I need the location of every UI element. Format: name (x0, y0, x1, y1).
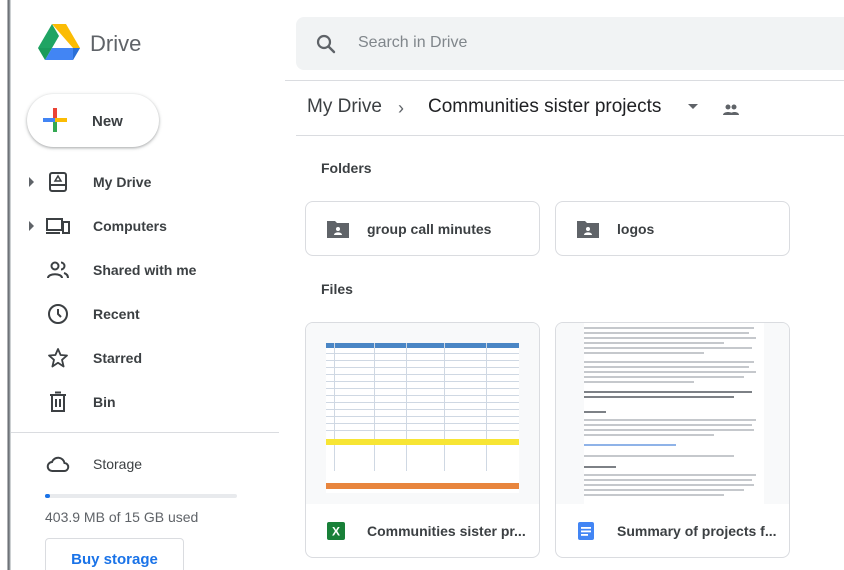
storage-usage-text: 403.9 MB of 15 GB used (45, 509, 199, 525)
shared-folder-icon (327, 221, 349, 238)
storage-bar-fill (45, 494, 50, 498)
file-card[interactable]: X Communities sister pr... (305, 322, 540, 558)
plus-icon (43, 108, 67, 132)
breadcrumb-root[interactable]: My Drive (307, 96, 382, 118)
breadcrumb-current[interactable]: Communities sister projects (428, 96, 661, 118)
spreadsheet-thumbnail (306, 323, 539, 504)
file-name: Communities sister pr... (367, 523, 526, 539)
sidebar-item-label: Storage (93, 456, 143, 472)
files-heading: Files (321, 281, 353, 297)
search-input[interactable]: Search in Drive (358, 34, 467, 52)
search-icon[interactable] (314, 32, 338, 56)
google-drive-logo-icon[interactable] (38, 24, 80, 62)
sidebar-item-recent[interactable]: Recent (0, 294, 280, 334)
buy-storage-button[interactable]: Buy storage (45, 538, 184, 570)
app-name: Drive (90, 31, 142, 56)
my-drive-icon (49, 172, 67, 192)
trash-icon (50, 391, 66, 412)
header-divider (285, 80, 844, 81)
sidebar-item-label: Shared with me (93, 262, 197, 278)
sidebar-item-shared-with-me[interactable]: Shared with me (0, 250, 280, 290)
sidebar-item-label: Recent (93, 306, 140, 322)
google-docs-icon (578, 522, 594, 540)
new-button-label: New (92, 113, 123, 130)
file-name: Summary of projects f... (617, 523, 777, 539)
folder-name: group call minutes (367, 221, 492, 237)
search-bar[interactable]: Search in Drive (296, 17, 844, 70)
sidebar-item-label: Computers (93, 218, 167, 234)
folders-heading: Folders (321, 160, 372, 176)
folder-item[interactable]: logos (555, 201, 790, 256)
sidebar-item-my-drive[interactable]: My Drive (0, 162, 280, 202)
storage-bar (45, 494, 237, 498)
cloud-icon (46, 456, 70, 472)
sidebar-item-label: Bin (93, 394, 116, 410)
new-button[interactable]: New (27, 94, 159, 147)
sidebar-divider (11, 432, 279, 433)
sidebar-item-label: My Drive (93, 174, 152, 190)
toolbar-divider (296, 135, 844, 136)
document-thumbnail (556, 323, 789, 504)
sidebar-item-label: Starred (93, 350, 143, 366)
folder-name: logos (617, 221, 655, 237)
file-card[interactable]: Summary of projects f... (555, 322, 790, 558)
expand-caret-icon[interactable] (29, 177, 34, 187)
shared-with-me-icon (47, 261, 69, 279)
expand-caret-icon[interactable] (29, 221, 34, 231)
sidebar-item-storage[interactable]: Storage (0, 444, 280, 484)
people-icon (723, 104, 739, 115)
shared-folder-icon (577, 221, 599, 238)
star-icon (48, 348, 68, 368)
buy-storage-label: Buy storage (71, 551, 158, 568)
folder-item[interactable]: group call minutes (305, 201, 540, 256)
computers-icon (46, 218, 70, 234)
svg-text:X: X (332, 525, 340, 539)
chevron-down-icon[interactable] (688, 104, 698, 109)
sidebar-item-starred[interactable]: Starred (0, 338, 280, 378)
clock-icon (48, 304, 68, 324)
breadcrumb-separator: › (398, 98, 404, 118)
sidebar-item-bin[interactable]: Bin (0, 382, 280, 422)
google-sheets-icon: X (327, 522, 345, 540)
sidebar-item-computers[interactable]: Computers (0, 206, 280, 246)
